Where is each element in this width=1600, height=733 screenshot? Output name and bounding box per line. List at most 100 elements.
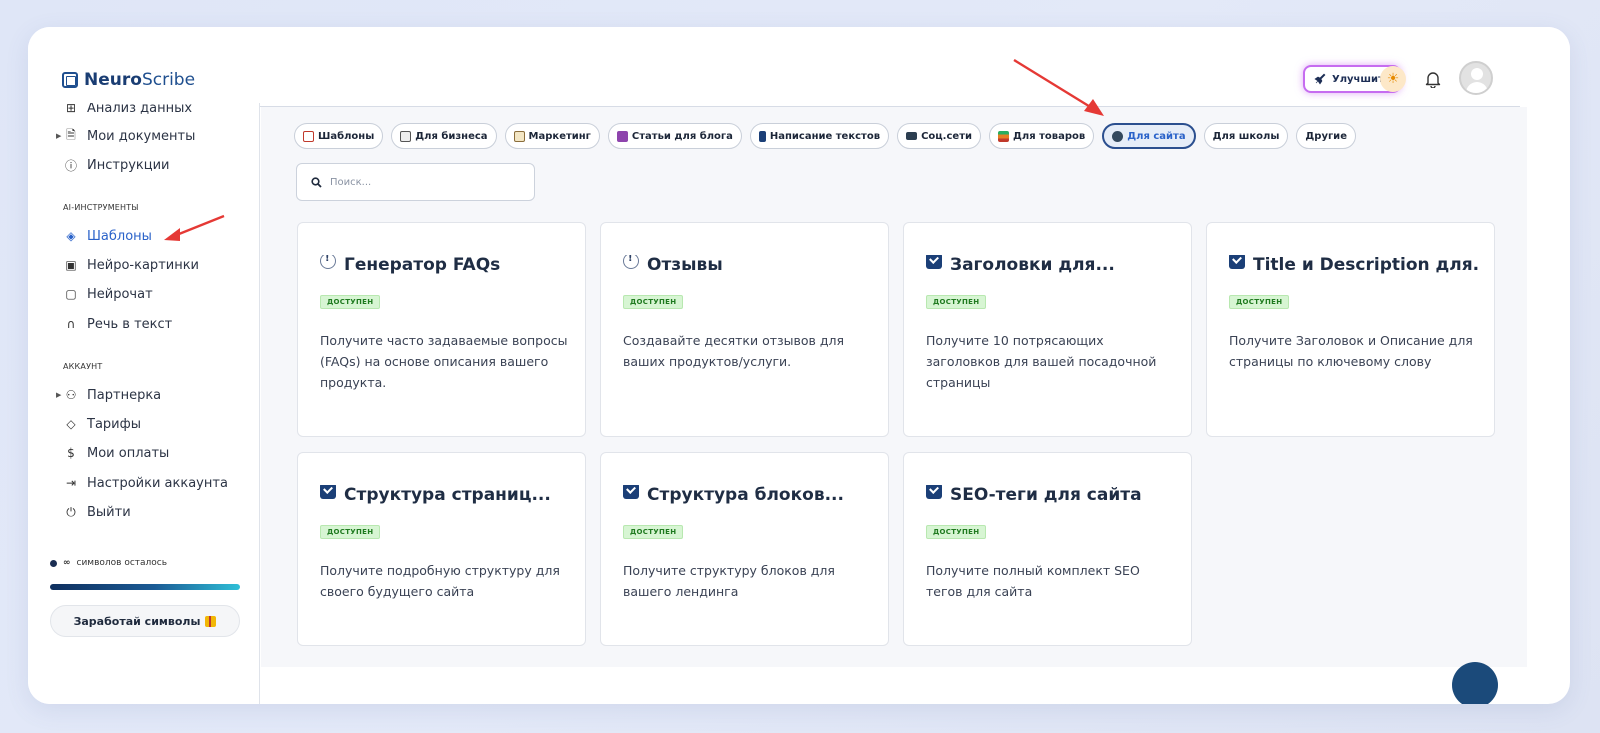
filter-chip-business[interactable]: Для бизнеса — [391, 123, 497, 149]
symbols-value: ∞ — [63, 558, 71, 568]
chart-icon — [303, 130, 314, 142]
template-card[interactable]: Структура страниц... ДОСТУПЕН Получите п… — [297, 452, 586, 646]
filter-label: Статьи для блога — [631, 130, 733, 142]
logo-text-light: Scribe — [141, 70, 196, 90]
info-icon — [623, 255, 639, 269]
status-badge: ДОСТУПЕН — [926, 295, 987, 309]
earn-symbols-button[interactable]: Заработай символы — [50, 605, 240, 637]
notifications-button[interactable] — [1422, 67, 1444, 91]
card-description: Получите 10 потрясающих заголовков для в… — [926, 333, 1157, 390]
gift-icon — [205, 615, 217, 627]
user-avatar[interactable] — [1459, 61, 1493, 95]
robot-icon — [1112, 130, 1124, 142]
filter-chip-school[interactable]: Для школы — [1203, 123, 1289, 149]
filter-label: Написание текстов — [769, 130, 881, 142]
filter-label: Маркетинг — [528, 130, 591, 142]
power-icon: ⏻ — [66, 504, 76, 519]
dollar-icon: $ — [67, 446, 75, 460]
status-badge: ДОСТУПЕН — [1229, 295, 1290, 309]
status-badge: ДОСТУПЕН — [320, 295, 381, 309]
laptop-icon — [906, 132, 918, 140]
filter-chip-text-writing[interactable]: Написание текстов — [749, 123, 890, 149]
check-icon — [623, 485, 639, 499]
sidebar-item-label: Нейрочат — [87, 286, 153, 302]
status-dot — [50, 559, 57, 567]
sidebar-item-my-payments[interactable]: $ Мои оплаты — [63, 445, 169, 461]
card-title: Генератор FAQs — [320, 255, 500, 275]
sidebar-item-label: Инструкции — [87, 157, 170, 173]
symbols-progress-bar — [50, 584, 240, 590]
phone-icon — [758, 130, 766, 142]
help-circle-icon: ⓘ — [64, 158, 77, 173]
card-title: Title и Description для... — [1229, 255, 1479, 275]
sidebar-item-label: Нейро-картинки — [87, 257, 200, 273]
card-title: Отзывы — [623, 255, 723, 275]
filter-label: Для сайта — [1127, 130, 1186, 142]
caret-right-icon: ▶ — [56, 132, 62, 140]
chat-icon: ▢ — [65, 287, 77, 301]
card-title-text: Заголовки для... — [950, 255, 1115, 275]
sidebar-item-tariffs[interactable]: ◇ Тарифы — [63, 416, 141, 432]
filter-chip-social[interactable]: Соц.сети — [897, 123, 981, 149]
status-badge: ДОСТУПЕН — [926, 525, 987, 539]
filter-chip-other[interactable]: Другие — [1296, 123, 1356, 149]
filter-chip-blog-articles[interactable]: Статьи для блога — [607, 123, 742, 149]
search-placeholder: Поиск... — [330, 176, 372, 188]
chat-widget-button[interactable] — [1452, 662, 1498, 704]
filter-label: Для товаров — [1013, 130, 1086, 142]
card-title-text: Структура блоков... — [647, 485, 844, 505]
card-description: Получите подробную структуру для своего … — [320, 563, 560, 599]
filter-chip-marketing[interactable]: Маркетинг — [504, 123, 600, 149]
sidebar-item-label: Речь в текст — [87, 316, 173, 332]
sun-icon: ☀ — [1386, 71, 1400, 87]
template-card[interactable]: Структура блоков... ДОСТУПЕН Получите ст… — [600, 452, 889, 646]
sidebar-item-my-documents[interactable]: ▶ 🗎 Мои документы — [56, 128, 195, 144]
section-label-account: АККАУНТ — [63, 362, 103, 371]
sidebar-item-neurochat[interactable]: ▢ Нейрочат — [63, 286, 153, 302]
calendar-icon — [400, 130, 412, 142]
search-input[interactable]: Поиск... — [296, 163, 535, 201]
card-title: Заголовки для... — [926, 255, 1115, 275]
books-icon — [616, 130, 628, 142]
app-window: NeuroScribe Улучшить ☀ ⊞ Анализ данных ▶… — [28, 27, 1570, 704]
section-label-ai-tools: AI-ИНСТРУМЕНТЫ — [63, 203, 139, 212]
template-card[interactable]: SEO-теги для сайта ДОСТУПЕН Получите пол… — [903, 452, 1192, 646]
template-card[interactable]: Title и Description для... ДОСТУПЕН Полу… — [1206, 222, 1495, 437]
card-description: Создавайте десятки отзывов для ваших про… — [623, 333, 845, 369]
grid-icon: ⊞ — [65, 103, 77, 115]
template-card[interactable]: Отзывы ДОСТУПЕН Создавайте десятки отзыв… — [600, 222, 889, 437]
login-icon: ⇥ — [65, 476, 77, 490]
sidebar-item-label: Партнерка — [87, 387, 162, 403]
sidebar-item-speech-to-text[interactable]: ∩ Речь в текст — [63, 316, 173, 332]
card-title: Структура страниц... — [320, 485, 551, 505]
card-title: SEO-теги для сайта — [926, 485, 1142, 505]
template-card[interactable]: Генератор FAQs ДОСТУПЕН Получите часто з… — [297, 222, 586, 437]
card-description: Получите часто задаваемые вопросы (FAQs)… — [320, 333, 568, 390]
sidebar-item-data-analysis[interactable]: ⊞ Анализ данных — [63, 103, 192, 116]
top-header: NeuroScribe Улучшить ☀ — [28, 27, 1570, 107]
sidebar: ⊞ Анализ данных ▶ 🗎 Мои документы ⓘ Инст… — [28, 103, 260, 704]
sidebar-item-neuro-images[interactable]: ▣ Нейро-картинки — [63, 257, 199, 273]
sidebar-item-instructions[interactable]: ⓘ Инструкции — [63, 157, 170, 173]
filter-label: Другие — [1305, 130, 1347, 142]
filter-chip-products[interactable]: Для товаров — [989, 123, 1095, 149]
sidebar-item-templates[interactable]: ◈ Шаблоны — [63, 228, 152, 244]
card-description: Получите Заголовок и Описание для страни… — [1229, 333, 1473, 369]
card-title-text: Структура страниц... — [344, 485, 551, 505]
filter-chip-templates[interactable]: Шаблоны — [294, 123, 384, 149]
sidebar-item-logout[interactable]: ⏻ Выйти — [63, 504, 130, 520]
sidebar-item-account-settings[interactable]: ⇥ Настройки аккаунта — [63, 475, 228, 491]
card-title-text: Генератор FAQs — [344, 255, 501, 275]
sidebar-item-partners[interactable]: ▶ ⚇ Партнерка — [56, 387, 162, 403]
filter-chip-website[interactable]: Для сайта — [1102, 123, 1196, 149]
category-filters: Шаблоны Для бизнеса Маркетинг Статьи для… — [294, 123, 1356, 149]
theme-toggle-button[interactable]: ☀ — [1380, 66, 1406, 92]
card-title-text: Title и Description для... — [1253, 255, 1479, 275]
template-card[interactable]: Заголовки для... ДОСТУПЕН Получите 10 по… — [903, 222, 1192, 437]
filter-label: Для бизнеса — [415, 130, 488, 142]
logo-text-bold: Neuro — [84, 70, 142, 90]
check-icon — [1229, 255, 1245, 269]
check-icon — [926, 255, 942, 269]
status-badge: ДОСТУПЕН — [623, 525, 684, 539]
app-logo[interactable]: NeuroScribe — [62, 70, 195, 90]
